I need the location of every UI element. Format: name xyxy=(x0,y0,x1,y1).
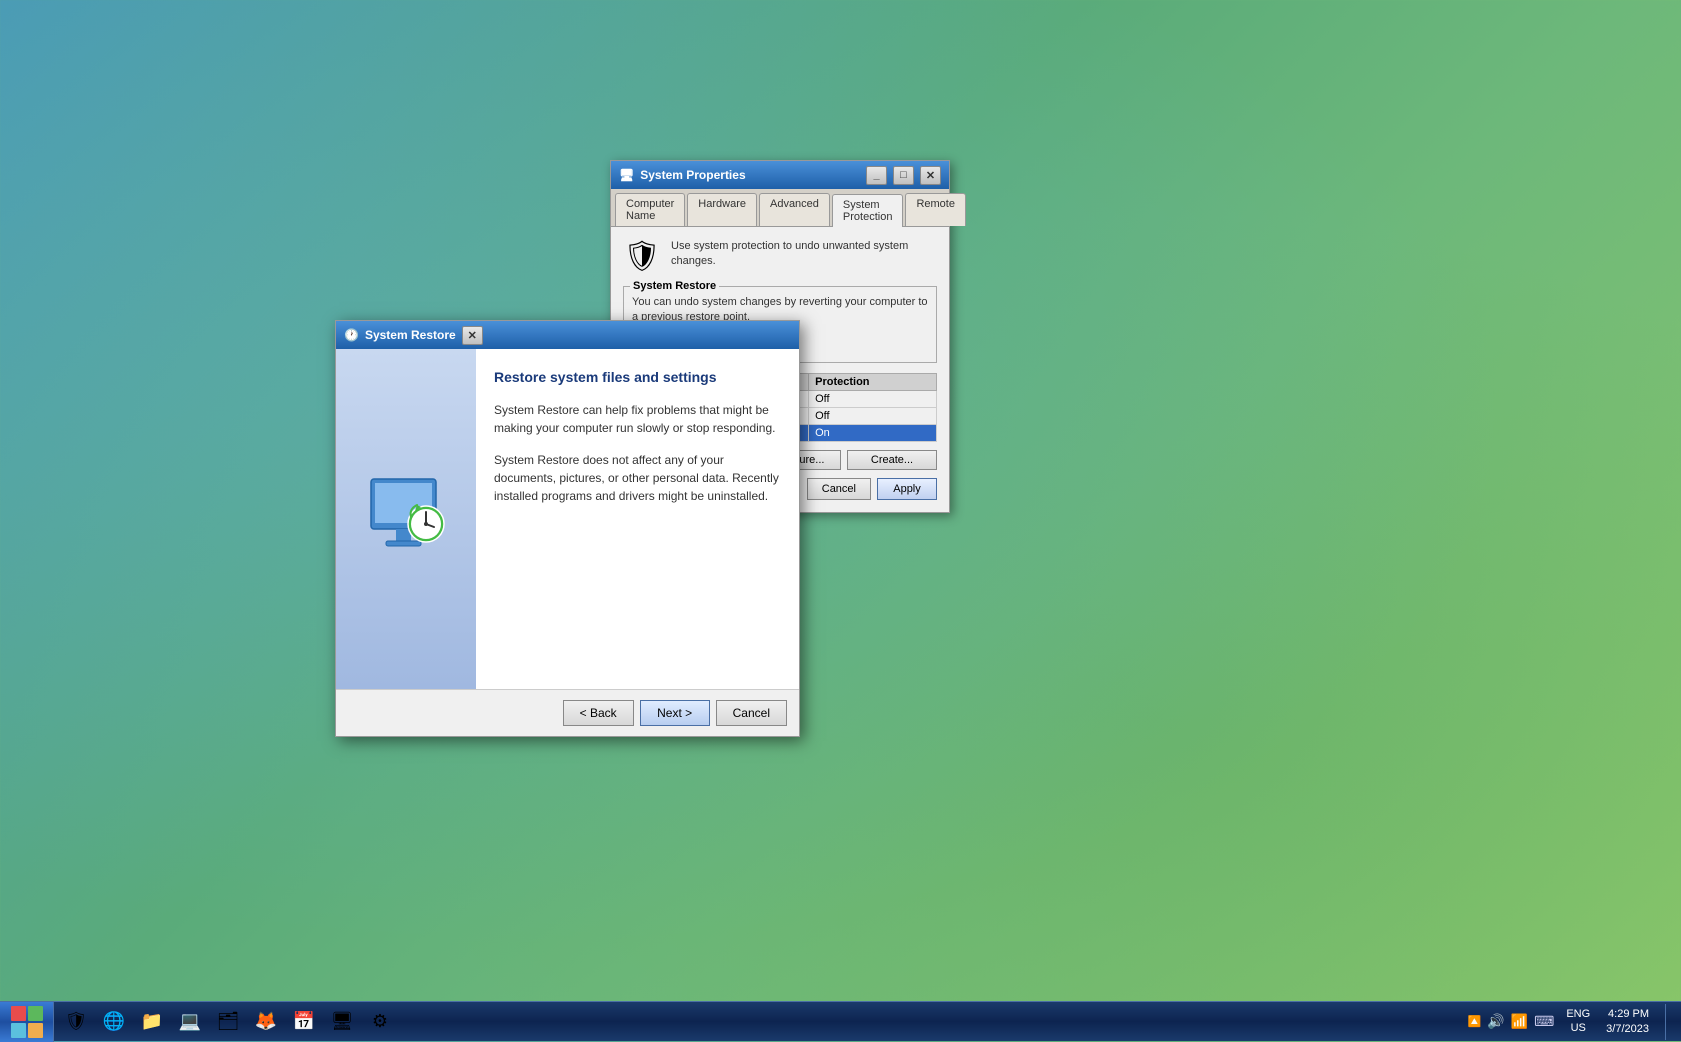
clock-time: 4:29 PM xyxy=(1606,1007,1649,1021)
system-properties-title: System Properties xyxy=(640,168,860,182)
restore-left-panel xyxy=(336,349,476,689)
restore-paragraph-1: System Restore can help fix problems tha… xyxy=(494,401,781,437)
computer-taskbar-icon[interactable]: 🖥 xyxy=(324,1004,360,1040)
firefox-taskbar-icon[interactable]: 🦊 xyxy=(248,1004,284,1040)
system-properties-minimize-btn[interactable]: _ xyxy=(866,166,887,185)
vscode-taskbar-icon[interactable]: 💻 xyxy=(172,1004,208,1040)
taskbar-app-icons: 🛡 🌐 📁 💻 🗂 🦊 📅 🖥 ⚙ xyxy=(54,1004,1456,1040)
system-restore-dialog: 🕐 System Restore ✕ xyxy=(335,320,800,737)
system-properties-tabs: Computer Name Hardware Advanced System P… xyxy=(611,189,949,227)
notification-area: 🔼 🔊 📶 ⌨ xyxy=(1464,1013,1559,1030)
show-hidden-icon[interactable]: 🔼 xyxy=(1468,1015,1482,1028)
start-button[interactable] xyxy=(0,1002,54,1042)
language-indicator[interactable]: ENG US xyxy=(1566,1008,1590,1034)
create-button[interactable]: Create... xyxy=(847,450,937,470)
taskbar-right-area: 🔼 🔊 📶 ⌨ ENG US 4:29 PM 3/7/2023 xyxy=(1456,1004,1681,1040)
calendar-taskbar-icon[interactable]: 📅 xyxy=(286,1004,322,1040)
protection-cell: Off xyxy=(809,390,937,407)
app-taskbar-icon[interactable]: ⚙ xyxy=(362,1004,398,1040)
tab-computer-name[interactable]: Computer Name xyxy=(615,193,685,226)
restore-cancel-button[interactable]: Cancel xyxy=(716,700,787,726)
network-icon[interactable]: 🔊 xyxy=(1487,1013,1504,1030)
system-restore-close-btn[interactable]: ✕ xyxy=(462,326,483,345)
protection-cell: On xyxy=(809,424,937,441)
system-properties-maximize-btn[interactable]: □ xyxy=(893,166,914,185)
windows-logo xyxy=(11,1006,43,1038)
system-properties-close-btn[interactable]: ✕ xyxy=(920,166,941,185)
system-restore-body: Restore system files and settings System… xyxy=(336,349,799,689)
ie-taskbar-icon[interactable]: 🌐 xyxy=(96,1004,132,1040)
restore-illustration xyxy=(361,469,451,569)
system-restore-label: System Restore xyxy=(630,280,719,292)
tab-advanced[interactable]: Advanced xyxy=(759,193,830,226)
cancel-button[interactable]: Cancel xyxy=(807,478,871,500)
system-restore-title: System Restore xyxy=(365,328,456,342)
system-restore-title-icon: 🕐 xyxy=(344,328,359,342)
tab-remote[interactable]: Remote xyxy=(905,193,966,226)
explorer-taskbar-icon[interactable]: 🗂 xyxy=(210,1004,246,1040)
keyboard-icon[interactable]: ⌨ xyxy=(1534,1013,1554,1030)
restore-icon-svg xyxy=(361,469,451,569)
volume-icon[interactable]: 📶 xyxy=(1511,1013,1528,1030)
folder-taskbar-icon[interactable]: 📁 xyxy=(134,1004,170,1040)
system-protection-icon: 🛡 xyxy=(623,239,661,274)
system-restore-titlebar: 🕐 System Restore ✕ xyxy=(336,321,799,349)
show-desktop-button[interactable] xyxy=(1665,1004,1673,1040)
system-restore-footer: < Back Next > Cancel xyxy=(336,689,799,736)
restore-dialog-heading: Restore system files and settings xyxy=(494,369,781,385)
apply-button[interactable]: Apply xyxy=(877,478,937,500)
system-properties-title-icon: 🖥 xyxy=(619,168,634,182)
taskbar: 🛡 🌐 📁 💻 🗂 🦊 📅 🖥 ⚙ 🔼 🔊 📶 ⌨ ENG US 4:29 PM… xyxy=(0,1001,1681,1041)
back-button[interactable]: < Back xyxy=(563,700,634,726)
system-properties-titlebar: 🖥 System Properties _ □ ✕ xyxy=(611,161,949,189)
restore-content-panel: Restore system files and settings System… xyxy=(476,349,799,689)
protection-table-header-protection: Protection xyxy=(809,373,937,390)
taskbar-clock[interactable]: 4:29 PM 3/7/2023 xyxy=(1598,1007,1657,1036)
protection-cell: Off xyxy=(809,407,937,424)
tab-hardware[interactable]: Hardware xyxy=(687,193,757,226)
next-button[interactable]: Next > xyxy=(640,700,710,726)
system-protection-header: 🛡 Use system protection to undo unwanted… xyxy=(623,239,937,274)
system-protection-description: Use system protection to undo unwanted s… xyxy=(671,239,937,270)
windows-security-taskbar-icon[interactable]: 🛡 xyxy=(58,1004,94,1040)
clock-date: 3/7/2023 xyxy=(1606,1022,1649,1036)
tab-system-protection[interactable]: System Protection xyxy=(832,194,904,227)
restore-paragraph-2: System Restore does not affect any of yo… xyxy=(494,451,781,505)
